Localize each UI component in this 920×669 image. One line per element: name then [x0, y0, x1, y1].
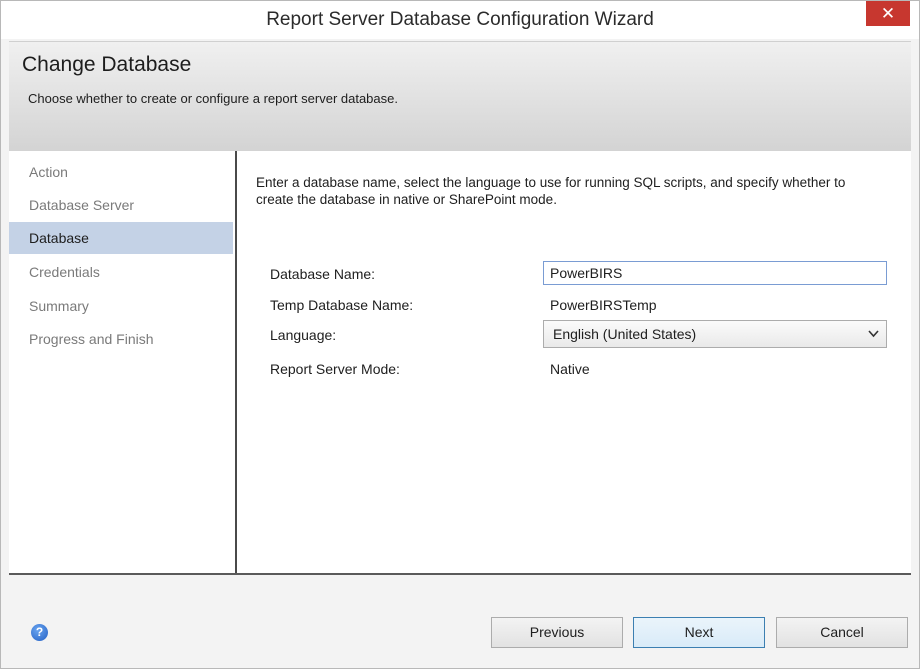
report-server-mode-label: Report Server Mode: — [270, 361, 400, 377]
cancel-button[interactable]: Cancel — [776, 617, 908, 648]
help-icon[interactable]: ? — [31, 624, 48, 641]
sidebar-item-credentials[interactable]: Credentials — [9, 256, 233, 288]
wizard-footer: ? Previous Next Cancel — [9, 575, 911, 665]
title-bar: Report Server Database Configuration Wiz… — [1, 1, 919, 39]
instructions-text: Enter a database name, select the langua… — [256, 175, 846, 207]
next-button[interactable]: Next — [633, 617, 765, 648]
language-dropdown[interactable]: English (United States) — [543, 320, 887, 348]
page-title: Change Database — [22, 53, 192, 76]
previous-button[interactable]: Previous — [491, 617, 623, 648]
page-subtitle: Choose whether to create or configure a … — [28, 91, 398, 106]
database-name-label: Database Name: — [270, 266, 376, 282]
step-sidebar: Action Database Server Database Credenti… — [9, 151, 237, 573]
language-label: Language: — [270, 327, 337, 343]
wizard-header: Change Database Choose whether to create… — [9, 41, 911, 152]
chevron-down-icon — [868, 321, 879, 356]
sidebar-item-action[interactable]: Action — [9, 156, 233, 188]
close-icon: ✕ — [880, 3, 896, 23]
close-button[interactable]: ✕ — [866, 1, 910, 26]
database-name-input[interactable] — [543, 261, 887, 285]
window-title: Report Server Database Configuration Wiz… — [266, 9, 654, 30]
sidebar-item-progress-and-finish[interactable]: Progress and Finish — [9, 323, 233, 355]
wizard-content: Action Database Server Database Credenti… — [9, 151, 911, 575]
sidebar-item-database[interactable]: Database — [9, 222, 233, 254]
language-selected-value: English (United States) — [553, 326, 697, 342]
temp-database-name-value: PowerBIRSTemp — [550, 297, 657, 313]
sidebar-item-summary[interactable]: Summary — [9, 290, 233, 322]
report-server-mode-value: Native — [550, 361, 590, 377]
wizard-window: Report Server Database Configuration Wiz… — [0, 0, 920, 669]
sidebar-item-database-server[interactable]: Database Server — [9, 189, 233, 221]
temp-database-name-label: Temp Database Name: — [270, 297, 414, 313]
main-panel: Enter a database name, select the langua… — [237, 151, 911, 573]
